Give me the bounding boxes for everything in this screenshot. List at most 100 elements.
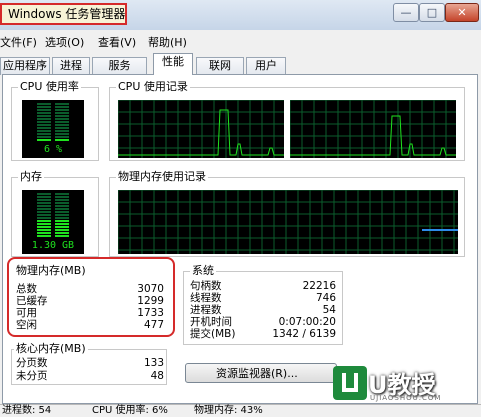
gauge-segment	[37, 196, 51, 198]
watermark-logo-icon	[333, 366, 367, 400]
resource-monitor-button[interactable]: 资源监视器(R)...	[185, 363, 337, 383]
gauge-segment	[37, 133, 51, 135]
gauge-segment	[55, 205, 69, 207]
gauge-segment	[37, 118, 51, 120]
stat-row: 线程数 746	[190, 292, 336, 304]
gauge-segment	[55, 139, 69, 141]
stat-value: 1342 / 6139	[272, 328, 336, 340]
gauge-segment	[55, 109, 69, 111]
memory-history-line	[117, 189, 458, 254]
stat-key: 进程数	[190, 304, 222, 316]
gauge-segment	[55, 211, 69, 213]
watermark-url: UJIAOSHOU.COM	[370, 394, 442, 402]
gauge-segment	[37, 121, 51, 123]
gauge-segment	[55, 130, 69, 132]
gauge-segment	[55, 196, 69, 198]
gauge-segment	[37, 127, 51, 129]
stat-value: 54	[322, 304, 336, 316]
cpu-core2-line	[289, 99, 456, 158]
gauge-segment	[37, 205, 51, 207]
tab-strip: 应用程序 进程 服务 性能 联网 用户	[0, 53, 481, 75]
system-label: 系统	[190, 264, 216, 277]
gauge-segment	[55, 124, 69, 126]
gauge-segment	[37, 136, 51, 138]
status-bar: 进程数: 54 CPU 使用率: 6% 物理内存: 43%	[0, 404, 481, 417]
stat-value: 48	[150, 370, 164, 382]
gauge-segment	[37, 223, 51, 225]
system-group: 系统 句柄数 22216 线程数 746 进程数 54 开机时间 0:07:00:20 …	[183, 265, 343, 345]
gauge-segment	[37, 124, 51, 126]
gauge-segment	[37, 235, 51, 237]
tab-services[interactable]: 服务	[92, 57, 147, 75]
gauge-segment	[37, 199, 51, 201]
gauge-segment	[37, 220, 51, 222]
menu-help[interactable]: 帮助(H)	[148, 34, 187, 50]
status-memory: 物理内存: 43%	[194, 405, 263, 416]
gauge-segment	[55, 214, 69, 216]
gauge-segment	[55, 127, 69, 129]
menu-bar: 文件(F) 选项(O) 查看(V) 帮助(H)	[0, 31, 481, 51]
tab-performance[interactable]: 性能	[153, 53, 193, 75]
gauge-segment	[55, 118, 69, 120]
gauge-segment	[55, 217, 69, 219]
gauge-segment	[37, 202, 51, 204]
performance-panel: CPU 使用率 6 % CPU 使用记录 内存 1.30 GB 物理内存使用记录…	[2, 74, 478, 404]
menu-view[interactable]: 查看(V)	[98, 34, 136, 50]
stat-key: 线程数	[190, 292, 222, 304]
gauge-segment	[37, 217, 51, 219]
tab-networking[interactable]: 联网	[196, 57, 244, 75]
gauge-segment	[55, 199, 69, 201]
menu-file[interactable]: 文件(F)	[0, 34, 37, 50]
gauge-segment	[55, 202, 69, 204]
menu-options[interactable]: 选项(O)	[45, 34, 84, 50]
memory-history-label: 物理内存使用记录	[116, 170, 208, 183]
window-title: Windows 任务管理器	[0, 3, 127, 25]
gauge-segment	[55, 103, 69, 105]
gauge-segment	[37, 139, 51, 141]
gauge-segment	[37, 106, 51, 108]
maximize-button[interactable]: □	[419, 3, 445, 22]
gauge-segment	[55, 133, 69, 135]
stat-value: 746	[315, 292, 336, 304]
tab-users[interactable]: 用户	[246, 57, 286, 75]
kernel-memory-label: 核心内存(MB)	[14, 342, 88, 355]
stat-value: 0:07:00:20	[278, 316, 336, 328]
gauge-segment	[37, 208, 51, 210]
stat-value: 133	[143, 357, 164, 369]
gauge-segment	[37, 214, 51, 216]
stat-key: 开机时间	[190, 316, 232, 328]
highlight-annotation	[7, 257, 175, 337]
cpu-history-graph-core1	[117, 99, 284, 158]
gauge-segment	[55, 223, 69, 225]
stat-row: 进程数 54	[190, 304, 336, 316]
gauge-segment	[55, 112, 69, 114]
minimize-button[interactable]: —	[393, 3, 419, 22]
stat-value: 22216	[302, 280, 336, 292]
stat-row: 提交(MB) 1342 / 6139	[190, 328, 336, 340]
stat-key: 提交(MB)	[190, 328, 236, 340]
gauge-segment	[55, 226, 69, 228]
gauge-segment	[55, 136, 69, 138]
gauge-segment	[37, 115, 51, 117]
gauge-segment	[55, 235, 69, 237]
gauge-segment	[55, 106, 69, 108]
title-bar: Windows 任务管理器 — □ ✕	[0, 0, 481, 30]
gauge-segment	[55, 115, 69, 117]
stat-row: 分页数 133	[16, 357, 164, 369]
gauge-segment	[37, 112, 51, 114]
gauge-segment	[37, 103, 51, 105]
memory-value: 1.30 GB	[31, 240, 75, 251]
memory-history-graph	[117, 189, 458, 254]
stat-key: 分页数	[16, 357, 48, 369]
cpu-usage-gauge: 6 %	[22, 100, 84, 158]
gauge-segment	[55, 220, 69, 222]
tab-applications[interactable]: 应用程序	[0, 57, 50, 75]
gauge-segment	[55, 121, 69, 123]
close-button[interactable]: ✕	[445, 3, 479, 22]
gauge-segment	[55, 232, 69, 234]
gauge-segment	[37, 193, 51, 195]
status-processes: 进程数: 54	[2, 405, 52, 416]
tab-processes[interactable]: 进程	[52, 57, 90, 75]
gauge-segment	[37, 232, 51, 234]
cpu-history-group: CPU 使用记录	[109, 81, 465, 161]
